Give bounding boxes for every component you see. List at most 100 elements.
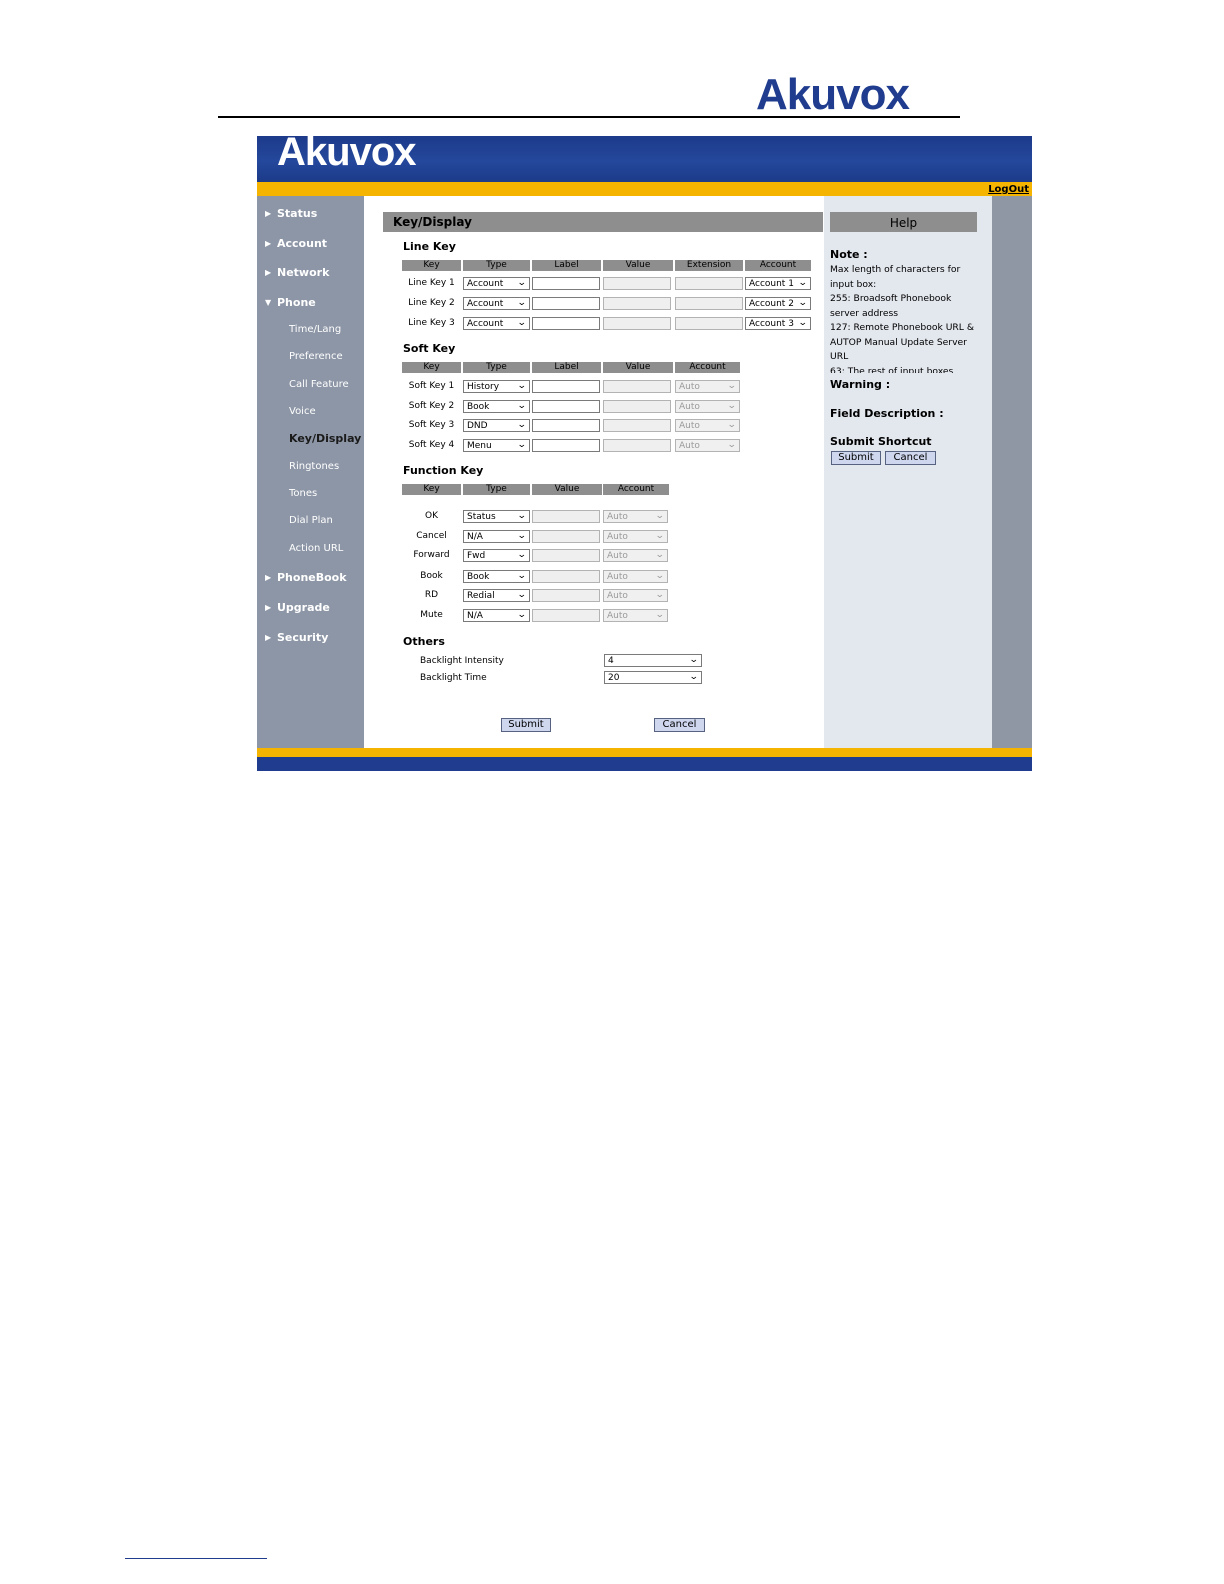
function-key-forward-account-select: Auto ⌄ (603, 549, 668, 562)
function-key-ok-type-select[interactable]: Status ⌄ (463, 510, 530, 523)
line-key-row-label: Line Key 3 (408, 318, 455, 328)
function-key-forward-value-input (532, 549, 600, 562)
line-key-3-type-select[interactable]: Account ⌄ (463, 317, 530, 330)
soft-key-3-value-input (603, 419, 671, 432)
function-key-forward-type-select[interactable]: Fwd ⌄ (463, 549, 530, 562)
chevron-down-icon: ⌄ (689, 655, 700, 665)
line-key-2-type-select-value: Account (467, 299, 504, 309)
function-key-mute-type-select-value: N/A (467, 611, 483, 621)
line-key-3-label-input[interactable] (532, 317, 600, 330)
sidebar-item-status[interactable]: ▶ Status (265, 207, 317, 220)
function-key-row-label: Mute (420, 610, 443, 620)
note-line: 127: Remote Phonebook URL & AUTOP Manual… (830, 322, 975, 362)
line-key-1-extension-input (675, 277, 743, 290)
sidebar-item-upgrade[interactable]: ▶ Upgrade (265, 601, 330, 614)
soft-key-1-type-select-value: History (467, 382, 500, 392)
sidebar-item-account[interactable]: ▶ Account (265, 237, 327, 250)
line-key-2-extension-input (675, 297, 743, 310)
bottom-blue-bar (257, 757, 1032, 771)
function-key-rd-type-select[interactable]: Redial ⌄ (463, 589, 530, 602)
sidebar-subitem-voice[interactable]: Voice (289, 406, 316, 417)
line-key-1-account-select[interactable]: Account 1 ⌄ (745, 277, 811, 290)
line-key-header-account: Account (745, 260, 811, 271)
sidebar-subitem-action-url[interactable]: Action URL (289, 543, 343, 554)
shortcut-cancel-button[interactable]: Cancel (885, 451, 936, 465)
soft-key-1-type-select[interactable]: History ⌄ (463, 380, 530, 393)
function-key-cancel-account-select-value: Auto (607, 532, 628, 542)
sidebar-subitem-time-lang[interactable]: Time/Lang (289, 324, 341, 335)
sidebar-subitem-dial-plan[interactable]: Dial Plan (289, 515, 333, 526)
soft-key-3-type-select[interactable]: DND ⌄ (463, 419, 530, 432)
function-key-book-type-select[interactable]: Book ⌄ (463, 570, 530, 583)
line-key-2-label-input[interactable] (532, 297, 600, 310)
sidebar-item-phonebook[interactable]: ▶ PhoneBook (265, 571, 347, 584)
submit-shortcut-title: Submit Shortcut (830, 435, 932, 448)
submit-button[interactable]: Submit (501, 718, 551, 732)
chevron-down-icon: ⌄ (655, 531, 666, 541)
soft-key-4-account-select-value: Auto (679, 441, 700, 451)
document-header-rule (218, 116, 960, 118)
sidebar-subitem-ringtones[interactable]: Ringtones (289, 461, 339, 472)
soft-key-2-type-select-value: Book (467, 402, 490, 412)
backlight-intensity-select-value: 4 (608, 656, 614, 666)
function-key-ok-account-select: Auto ⌄ (603, 510, 668, 523)
function-key-cancel-type-select[interactable]: N/A ⌄ (463, 530, 530, 543)
function-key-rd-value-input (532, 589, 600, 602)
chevron-down-icon: ⌄ (517, 401, 528, 411)
chevron-down-icon: ⌄ (517, 571, 528, 581)
soft-key-3-label-input[interactable] (532, 419, 600, 432)
line-key-title: Line Key (403, 240, 456, 253)
line-key-1-type-select[interactable]: Account ⌄ (463, 277, 530, 290)
chevron-down-icon: ⌄ (517, 318, 528, 328)
soft-key-row-label: Soft Key 1 (408, 381, 455, 391)
line-key-header-value: Value (603, 260, 673, 271)
sidebar-item-security[interactable]: ▶ Security (265, 631, 328, 644)
sidebar-subitem-preference[interactable]: Preference (289, 351, 343, 362)
soft-key-4-type-select[interactable]: Menu ⌄ (463, 439, 530, 452)
line-key-2-type-select[interactable]: Account ⌄ (463, 297, 530, 310)
chevron-down-icon: ⌄ (517, 381, 528, 391)
backlight-intensity-select[interactable]: 4 ⌄ (604, 654, 702, 667)
chevron-down-icon: ⌄ (655, 511, 666, 521)
line-key-3-value-input (603, 317, 671, 330)
sidebar-subitem-call-feature[interactable]: Call Feature (289, 379, 349, 390)
document-header-logo: Akuvox (756, 70, 910, 119)
shortcut-submit-button[interactable]: Submit (831, 451, 881, 465)
chevron-down-icon: ⌄ (655, 610, 666, 620)
right-strip (992, 196, 1032, 748)
function-key-book-value-input (532, 570, 600, 583)
line-key-2-account-select-value: Account 2 (749, 299, 794, 309)
line-key-1-label-input[interactable] (532, 277, 600, 290)
soft-key-2-type-select[interactable]: Book ⌄ (463, 400, 530, 413)
soft-key-row-label: Soft Key 3 (408, 420, 455, 430)
soft-key-2-label-input[interactable] (532, 400, 600, 413)
soft-key-1-label-input[interactable] (532, 380, 600, 393)
chevron-down-icon: ⌄ (798, 318, 809, 328)
backlight-time-select[interactable]: 20 ⌄ (604, 671, 702, 684)
sidebar-item-phone[interactable]: ▼ Phone (265, 296, 316, 309)
sidebar-subitem-tones[interactable]: Tones (289, 488, 317, 499)
function-key-mute-type-select[interactable]: N/A ⌄ (463, 609, 530, 622)
sidebar-item-label: Phone (277, 296, 316, 309)
note-title: Note : (830, 248, 868, 261)
note-line: 255: Broadsoft Phonebook server address (830, 293, 952, 319)
field-description-title: Field Description : (830, 407, 944, 420)
soft-key-header-value: Value (603, 362, 673, 373)
chevron-down-icon: ⌄ (517, 531, 528, 541)
function-key-header-type: Type (463, 484, 530, 495)
soft-key-4-label-input[interactable] (532, 439, 600, 452)
function-key-forward-account-select-value: Auto (607, 551, 628, 561)
sidebar-item-label: Upgrade (277, 601, 330, 614)
soft-key-3-account-select: Auto ⌄ (675, 419, 740, 432)
caret-right-icon: ▶ (265, 268, 272, 277)
logout-link[interactable]: LogOut (988, 184, 1029, 195)
cancel-button[interactable]: Cancel (654, 718, 705, 732)
sidebar-subitem-key-display[interactable]: Key/Display (289, 432, 361, 445)
line-key-2-account-select[interactable]: Account 2 ⌄ (745, 297, 811, 310)
line-key-2-value-input (603, 297, 671, 310)
line-key-3-account-select-value: Account 3 (749, 319, 794, 329)
line-key-3-account-select[interactable]: Account 3 ⌄ (745, 317, 811, 330)
sidebar-item-network[interactable]: ▶ Network (265, 266, 329, 279)
function-key-ok-type-select-value: Status (467, 512, 496, 522)
function-key-rd-account-select-value: Auto (607, 591, 628, 601)
